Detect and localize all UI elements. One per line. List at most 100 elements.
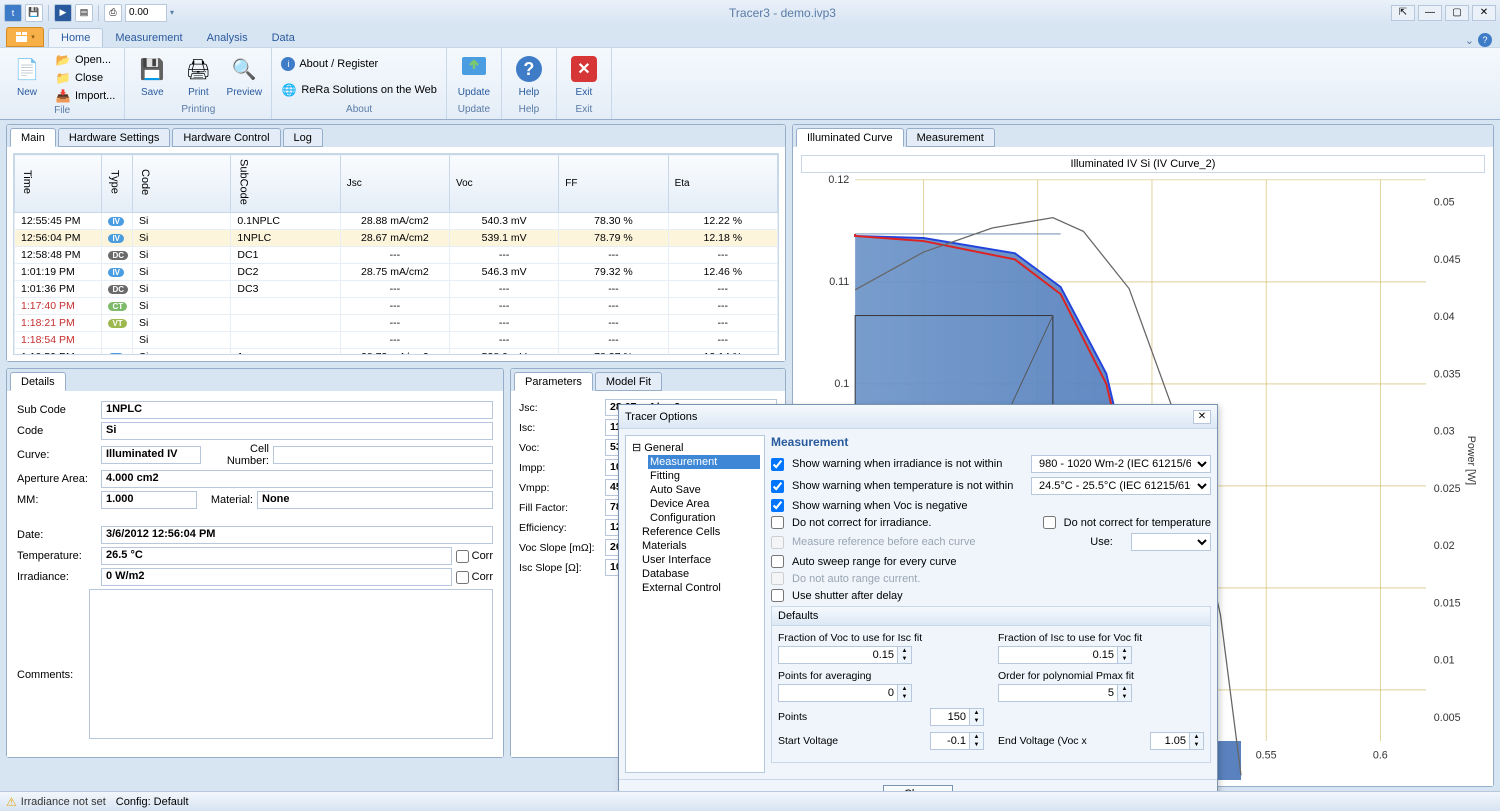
- warn-voc-checkbox[interactable]: [771, 499, 784, 512]
- open-button[interactable]: 📂Open...: [52, 51, 118, 69]
- frac-isc-stepper[interactable]: ▲▼: [1118, 646, 1132, 664]
- frac-voc-field[interactable]: [778, 646, 898, 664]
- tab-measurement-chart[interactable]: Measurement: [906, 128, 995, 147]
- tab-illuminated-curve[interactable]: Illuminated Curve: [796, 128, 904, 147]
- grid-col-code[interactable]: Code: [133, 155, 231, 213]
- print-button[interactable]: 🖨Print: [177, 51, 219, 100]
- tree-user-interface[interactable]: User Interface: [640, 553, 760, 567]
- table-row[interactable]: 12:55:45 PMIVSi0.1NPLC28.88 mA/cm2540.3 …: [15, 212, 778, 229]
- details-curve[interactable]: Illuminated IV: [101, 446, 201, 464]
- details-temperature[interactable]: 26.5 °C: [101, 547, 452, 565]
- tree-materials[interactable]: Materials: [640, 539, 760, 553]
- table-row[interactable]: 1:18:54 PMSi------------: [15, 331, 778, 348]
- qat-number-field[interactable]: [125, 4, 167, 22]
- update-button[interactable]: Update: [453, 51, 495, 100]
- qat-device-icon[interactable]: ⎙: [104, 4, 122, 22]
- tab-log[interactable]: Log: [283, 128, 323, 147]
- tree-measurement[interactable]: Measurement: [648, 455, 760, 469]
- grid-col-eta[interactable]: Eta: [668, 155, 777, 213]
- ribbon-minimize-icon[interactable]: ⇱: [1391, 5, 1415, 21]
- details-material[interactable]: None: [257, 491, 493, 509]
- rera-web-button[interactable]: 🌐ReRa Solutions on the Web: [278, 81, 440, 99]
- help-button[interactable]: ?Help: [508, 51, 550, 100]
- end-voltage-stepper[interactable]: ▲▼: [1190, 732, 1204, 750]
- details-aperture-area[interactable]: 4.000 cm2: [101, 470, 493, 488]
- corr-irr-checkbox[interactable]: [771, 516, 784, 529]
- ribbon-tab-analysis[interactable]: Analysis: [195, 29, 260, 47]
- grid-col-time[interactable]: Time: [15, 155, 102, 213]
- grid-col-subcode[interactable]: SubCode: [231, 155, 340, 213]
- qat-app-icon[interactable]: t: [4, 4, 22, 22]
- tab-hw-control[interactable]: Hardware Control: [172, 128, 280, 147]
- table-row[interactable]: 1:19:59 PMIVSi1 sun28.73 mA/cm2538.9 mV7…: [15, 348, 778, 355]
- ribbon-expand-icon[interactable]: ⌄: [1465, 34, 1474, 47]
- tab-main[interactable]: Main: [10, 128, 56, 147]
- table-row[interactable]: 1:01:36 PMDCSiDC3------------: [15, 280, 778, 297]
- about-register-button[interactable]: iAbout / Register: [278, 55, 440, 73]
- tab-model-fit[interactable]: Model Fit: [595, 372, 662, 391]
- tab-details[interactable]: Details: [10, 372, 66, 391]
- start-voltage-field[interactable]: [930, 732, 970, 750]
- maximize-button[interactable]: ▢: [1445, 5, 1469, 21]
- irr-range-select[interactable]: 980 - 1020 Wm-2 (IEC 61215/61646 cls A): [1031, 455, 1211, 473]
- pts-avg-field[interactable]: [778, 684, 898, 702]
- measurement-grid[interactable]: TimeTypeCodeSubCodeJscVocFFEta 12:55:45 …: [13, 153, 779, 355]
- points-field[interactable]: [930, 708, 970, 726]
- start-voltage-stepper[interactable]: ▲▼: [970, 732, 984, 750]
- qat-sheet-icon[interactable]: ▤: [75, 4, 93, 22]
- pts-avg-stepper[interactable]: ▲▼: [898, 684, 912, 702]
- ribbon-file-menu[interactable]: ▾: [6, 27, 44, 47]
- details-date[interactable]: 3/6/2012 12:56:04 PM: [101, 526, 493, 544]
- autosweep-checkbox[interactable]: [771, 555, 784, 568]
- tree-general[interactable]: ⊟ General: [630, 440, 760, 455]
- table-row[interactable]: 1:17:40 PMCTSi------------: [15, 297, 778, 314]
- tree-database[interactable]: Database: [640, 567, 760, 581]
- temp-range-select[interactable]: 24.5°C - 25.5°C (IEC 61215/61646) cls A+…: [1031, 477, 1211, 495]
- save-button[interactable]: 💾Save: [131, 51, 173, 100]
- irr-corr-checkbox[interactable]: Corr: [456, 571, 493, 584]
- tree-reference-cells[interactable]: Reference Cells: [640, 525, 760, 539]
- tree-configuration[interactable]: Configuration: [648, 511, 760, 525]
- options-tree[interactable]: ⊟ General MeasurementFittingAuto SaveDev…: [625, 435, 765, 773]
- details-comments[interactable]: [89, 589, 493, 739]
- temp-corr-checkbox[interactable]: Corr: [456, 550, 493, 563]
- tree-external-control[interactable]: External Control: [640, 581, 760, 595]
- details-code[interactable]: Si: [101, 422, 493, 440]
- details-subcode[interactable]: 1NPLC: [101, 401, 493, 419]
- points-stepper[interactable]: ▲▼: [970, 708, 984, 726]
- table-row[interactable]: 12:58:48 PMDCSiDC1------------: [15, 246, 778, 263]
- dialog-close-button[interactable]: ✕: [1193, 410, 1211, 424]
- exit-button[interactable]: ✕Exit: [563, 51, 605, 100]
- grid-col-voc[interactable]: Voc: [450, 155, 559, 213]
- tree-device-area[interactable]: Device Area: [648, 497, 760, 511]
- poly-order-stepper[interactable]: ▲▼: [1118, 684, 1132, 702]
- details-irradiance[interactable]: 0 W/m2: [101, 568, 452, 586]
- tree-auto-save[interactable]: Auto Save: [648, 483, 760, 497]
- grid-col-ff[interactable]: FF: [559, 155, 668, 213]
- qat-save-icon[interactable]: 💾: [25, 4, 43, 22]
- tab-parameters[interactable]: Parameters: [514, 372, 593, 391]
- tree-fitting[interactable]: Fitting: [648, 469, 760, 483]
- close-window-button[interactable]: ✕: [1472, 5, 1496, 21]
- warn-irr-checkbox[interactable]: [771, 458, 784, 471]
- import-button[interactable]: 📥Import...: [52, 87, 118, 105]
- table-row[interactable]: 1:18:21 PMVTSi------------: [15, 314, 778, 331]
- details-cell-number[interactable]: [273, 446, 493, 464]
- shutter-checkbox[interactable]: [771, 589, 784, 602]
- close-file-button[interactable]: 📁Close: [52, 69, 118, 87]
- ribbon-tab-measurement[interactable]: Measurement: [103, 29, 194, 47]
- ribbon-help-icon[interactable]: ?: [1478, 33, 1492, 47]
- tab-hw-settings[interactable]: Hardware Settings: [58, 128, 171, 147]
- ribbon-tab-data[interactable]: Data: [260, 29, 307, 47]
- table-row[interactable]: 1:01:19 PMIVSiDC228.75 mA/cm2546.3 mV79.…: [15, 263, 778, 280]
- details-mm[interactable]: 1.000: [101, 491, 197, 509]
- new-button[interactable]: 📄 New: [6, 51, 48, 100]
- grid-col-type[interactable]: Type: [102, 155, 133, 213]
- ribbon-tab-home[interactable]: Home: [48, 28, 103, 47]
- grid-col-jsc[interactable]: Jsc: [340, 155, 449, 213]
- corr-temp-checkbox[interactable]: [1043, 516, 1056, 529]
- end-voltage-field[interactable]: [1150, 732, 1190, 750]
- frac-isc-field[interactable]: [998, 646, 1118, 664]
- table-row[interactable]: 12:56:04 PMIVSi1NPLC28.67 mA/cm2539.1 mV…: [15, 229, 778, 246]
- use-select[interactable]: [1131, 533, 1211, 551]
